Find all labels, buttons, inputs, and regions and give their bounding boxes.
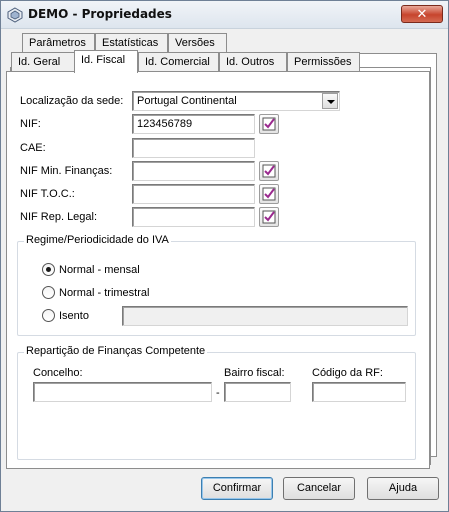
title-bar: DEMO - Propriedades ✕ [1,1,448,29]
app-icon [7,7,23,23]
cae-label: CAE: [20,142,46,154]
iva-group-title: Regime/Periodicidade do IVA [24,234,171,246]
confirmar-button[interactable]: Confirmar [201,477,273,500]
nif-toc-validate-button[interactable] [259,184,279,204]
checkbox-check-icon [262,187,276,201]
radio-isento[interactable] [42,309,55,322]
nif-label: NIF: [20,118,41,130]
checkbox-check-icon [262,164,276,178]
nif-rep-legal-validate-button[interactable] [259,207,279,227]
concelho-bairro-separator: - [216,387,220,399]
nif-rep-legal-label: NIF Rep. Legal: [20,211,98,223]
cae-input[interactable] [132,138,255,158]
radio-normal-trimestral-label[interactable]: Normal - trimestral [59,287,149,299]
nif-min-financas-input[interactable] [132,161,255,181]
properties-window: DEMO - Propriedades ✕ Parâmetros Estatís… [0,0,449,512]
sede-select[interactable]: Portugal Continental [132,91,340,111]
financas-group: Repartição de Finanças Competente Concel… [17,345,416,460]
radio-normal-trimestral[interactable] [42,286,55,299]
tab-id-outros[interactable]: Id. Outros [219,52,287,72]
nif-input[interactable]: 123456789 [132,114,255,134]
codigo-rf-label: Código da RF: [312,367,383,379]
tab-versoes[interactable]: Versões [168,33,227,53]
nif-toc-input[interactable] [132,184,255,204]
cancelar-button[interactable]: Cancelar [283,477,355,500]
iva-group: Regime/Periodicidade do IVA Normal - men… [17,234,416,336]
nif-min-financas-label: NIF Min. Finanças: [20,165,113,177]
radio-isento-label[interactable]: Isento [59,310,89,322]
tab-id-geral[interactable]: Id. Geral [11,52,75,72]
bairro-fiscal-input[interactable] [224,382,291,402]
radio-normal-mensal[interactable] [42,263,55,276]
concelho-label: Concelho: [33,367,83,379]
nif-validate-button[interactable] [259,114,279,134]
checkbox-check-icon [262,210,276,224]
ajuda-button[interactable]: Ajuda [367,477,439,500]
nif-rep-legal-input[interactable] [132,207,255,227]
sede-selected-value: Portugal Continental [137,95,237,107]
sede-label: Localização da sede: [20,95,124,107]
bairro-fiscal-label: Bairro fiscal: [224,367,285,379]
tab-id-fiscal[interactable]: Id. Fiscal [74,50,138,73]
concelho-input[interactable] [33,382,212,402]
window-title: DEMO - Propriedades [28,7,172,21]
tab-permissoes[interactable]: Permissões [287,52,360,72]
checkbox-check-icon [262,117,276,131]
nif-toc-label: NIF T.O.C.: [20,188,75,200]
isento-input[interactable] [122,306,408,326]
nif-min-financas-validate-button[interactable] [259,161,279,181]
close-button[interactable]: ✕ [401,5,443,23]
nif-value: 123456789 [137,118,193,130]
tab-id-comercial[interactable]: Id. Comercial [138,52,219,72]
tab-page-id-fiscal: Localização da sede: Portugal Continenta… [6,71,430,469]
close-icon: ✕ [416,6,428,21]
financas-group-title: Repartição de Finanças Competente [24,345,208,357]
chevron-down-icon[interactable] [322,93,338,109]
codigo-rf-input[interactable] [312,382,406,402]
radio-normal-mensal-label[interactable]: Normal - mensal [59,264,140,276]
